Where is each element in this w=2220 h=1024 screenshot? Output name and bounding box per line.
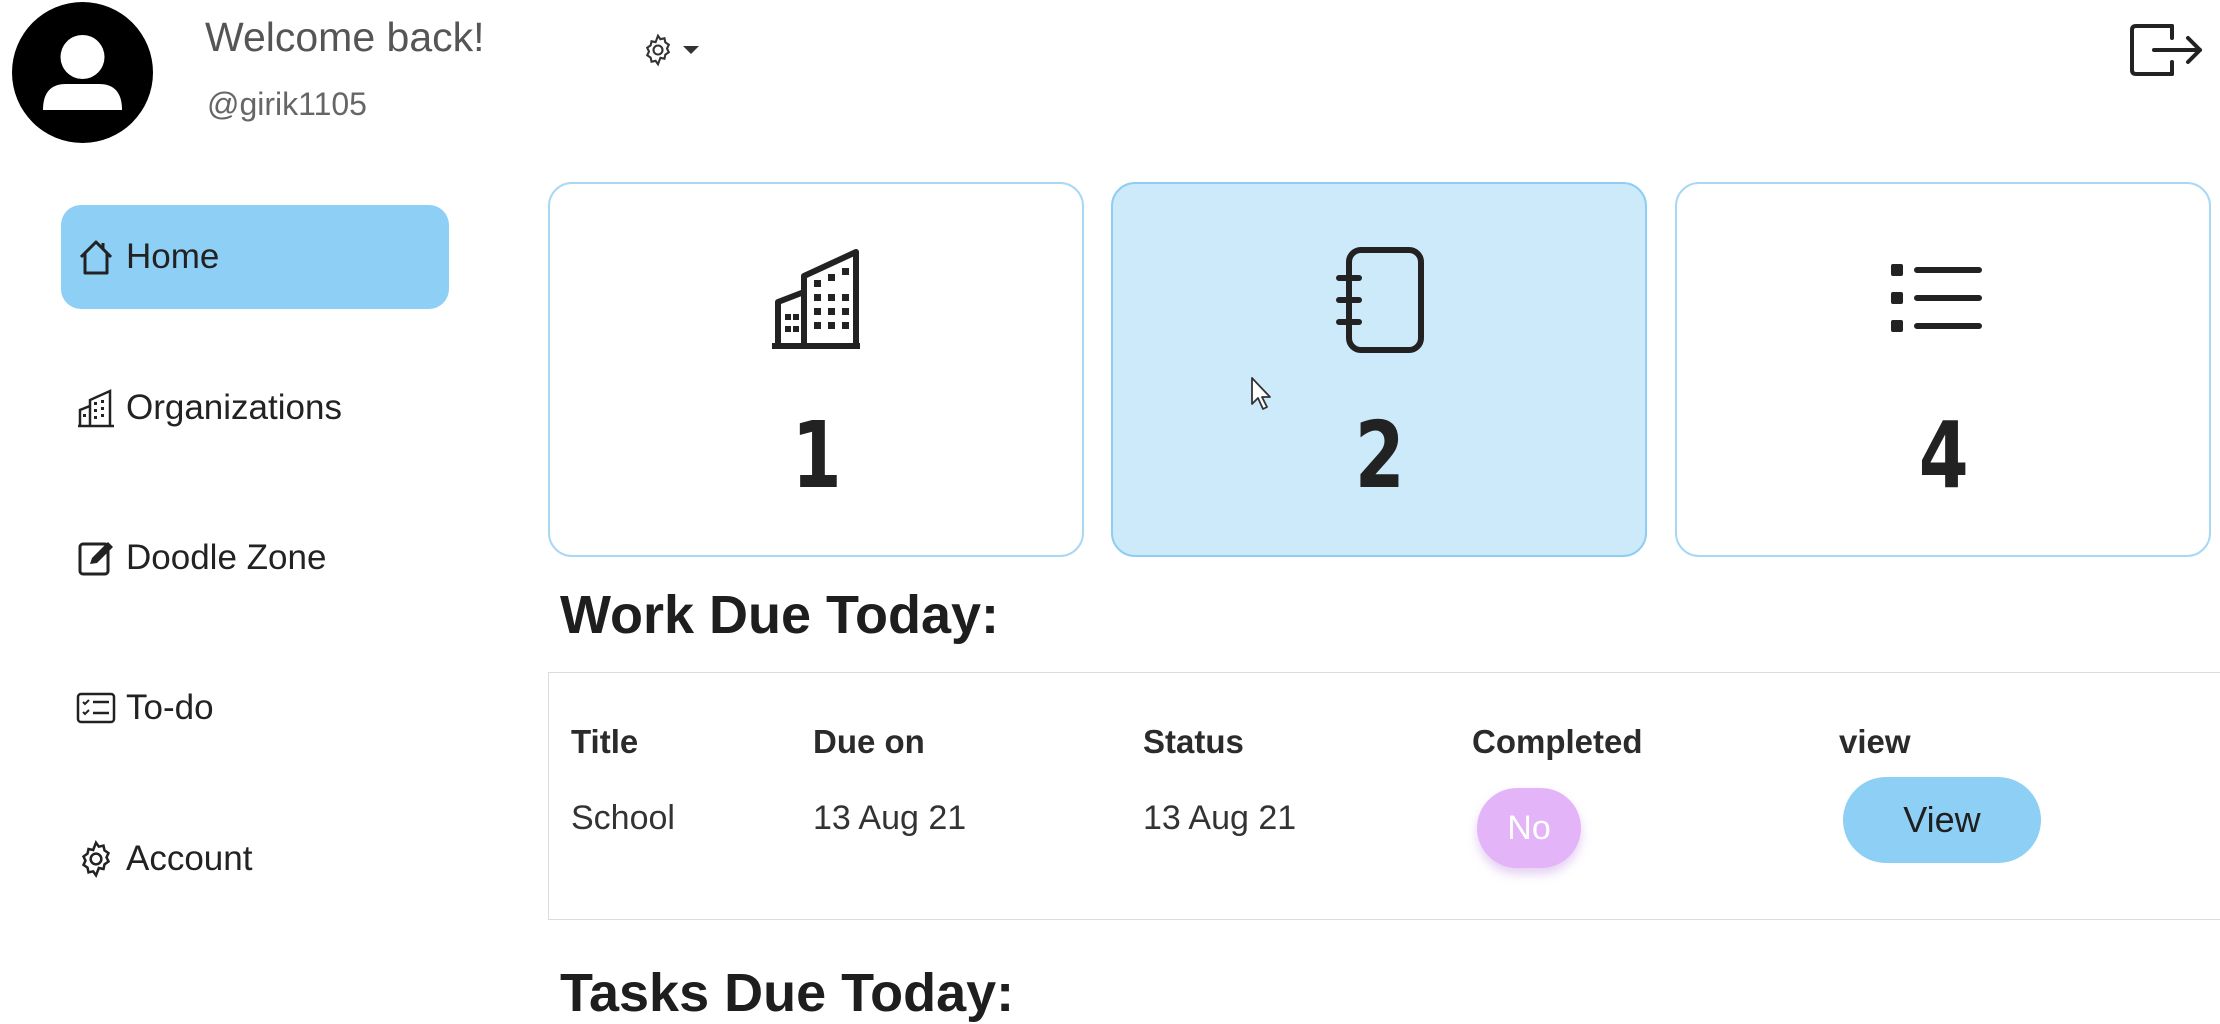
work-due-heading: Work Due Today:: [560, 585, 1000, 645]
row-due-on: 13 Aug 21: [813, 799, 967, 837]
pencil-square-icon: [76, 538, 116, 578]
notebooks-count-card[interactable]: 2: [1111, 182, 1647, 557]
sidebar-item-to-do[interactable]: To-do: [61, 656, 449, 760]
gear-icon: [76, 839, 116, 879]
tasks-due-heading: Tasks Due Today:: [560, 963, 1015, 1023]
mouse-cursor-icon: [1251, 377, 1271, 410]
user-avatar-icon: [43, 35, 122, 110]
row-status: 13 Aug 21: [1143, 799, 1297, 837]
logout-icon: [2130, 24, 2202, 76]
completed-status-badge: No: [1477, 788, 1581, 868]
column-header-due-on: Due on: [813, 723, 925, 760]
column-header-status: Status: [1143, 723, 1244, 760]
todo-count-card[interactable]: 4: [1675, 182, 2211, 557]
work-due-table: Title Due on Status Completed view Schoo…: [548, 672, 2220, 920]
checklist-icon: [76, 688, 116, 728]
row-title: School: [571, 799, 675, 837]
column-header-view: view: [1839, 723, 1911, 760]
view-button[interactable]: View: [1843, 777, 2041, 863]
sidebar-item-label: Home: [126, 237, 220, 276]
sidebar-item-organizations[interactable]: Organizations: [61, 356, 449, 460]
notebook-icon: [1325, 246, 1433, 354]
sidebar-item-label: Doodle Zone: [126, 538, 327, 577]
sidebar-item-label: Account: [126, 839, 253, 878]
welcome-message: Welcome back!: [205, 14, 485, 60]
sidebar-item-doodle-zone[interactable]: Doodle Zone: [61, 506, 449, 610]
organizations-count: 1: [791, 402, 842, 509]
username: @girik1105: [207, 86, 367, 122]
column-header-title: Title: [571, 723, 639, 760]
sidebar-item-home[interactable]: Home: [61, 205, 449, 309]
logout-button[interactable]: [2128, 18, 2204, 82]
organizations-count-card[interactable]: 1: [548, 182, 1084, 557]
settings-dropdown[interactable]: [640, 30, 700, 70]
home-icon: [76, 237, 116, 277]
building-icon: [76, 388, 116, 428]
avatar: [12, 2, 153, 143]
caret-down-icon: [683, 46, 699, 54]
gear-icon: [645, 33, 671, 67]
todo-count: 4: [1918, 402, 1969, 509]
building-icon: [762, 246, 870, 354]
sidebar-item-label: To-do: [126, 688, 214, 727]
notebooks-count: 2: [1354, 402, 1405, 509]
sidebar-item-account[interactable]: Account: [61, 807, 449, 911]
column-header-completed: Completed: [1472, 723, 1643, 760]
list-icon: [1889, 246, 1997, 354]
sidebar-item-label: Organizations: [126, 388, 342, 427]
